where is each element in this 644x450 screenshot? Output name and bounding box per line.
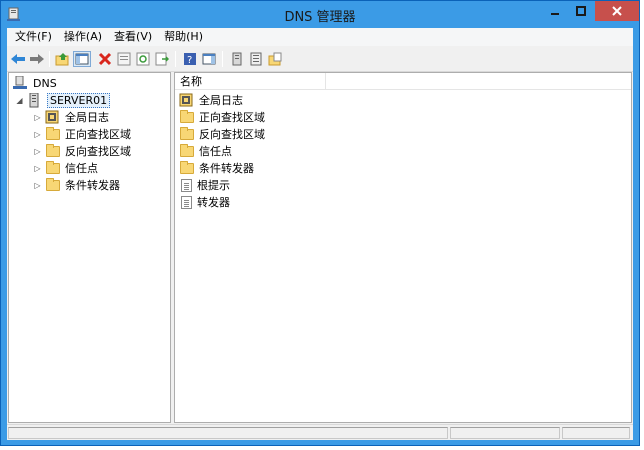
document-icon	[181, 195, 192, 209]
maximize-button[interactable]	[568, 1, 593, 21]
folder-new-icon[interactable]	[266, 51, 284, 67]
menu-help[interactable]: 帮助(H)	[158, 29, 209, 45]
console-tree: DNS ◢ SERVER01 ▷ 全局日志 ▷ 正向查找区域 ▷ 反向查找区域 …	[8, 72, 171, 423]
status-cell-main	[8, 427, 448, 439]
status-cell-3	[562, 427, 630, 439]
tree-label: 信任点	[65, 162, 98, 175]
menu-bar: 文件(F) 操作(A) 查看(V) 帮助(H)	[7, 28, 633, 46]
expand-arrow-icon[interactable]: ▷	[33, 113, 42, 122]
refresh-icon[interactable]	[134, 51, 152, 67]
delete-icon[interactable]	[96, 51, 114, 67]
document-icon	[181, 178, 192, 192]
tree-label: 反向查找区域	[65, 145, 131, 158]
list-view-icon[interactable]	[247, 51, 265, 67]
dns-node-icon	[13, 75, 29, 90]
toolbar: ?	[7, 47, 633, 72]
title-bar[interactable]: DNS 管理器	[1, 1, 639, 28]
event-log-icon	[45, 110, 61, 124]
tree-label-server: SERVER01	[47, 92, 111, 108]
export-list-icon[interactable]	[153, 51, 171, 67]
result-pane: 名称 全局日志 正向查找区域 反向查找区域 信任点 条件转发器 根提示 转发器	[174, 72, 632, 423]
server-icon	[27, 92, 43, 108]
help-icon[interactable]: ?	[181, 51, 199, 67]
list-item[interactable]: 条件转发器	[179, 160, 254, 176]
show-hide-tree-icon[interactable]	[73, 51, 91, 67]
list-item[interactable]: 转发器	[179, 194, 230, 210]
list-item-label: 全局日志	[199, 94, 243, 107]
folder-icon	[179, 110, 195, 124]
list-item-label: 正向查找区域	[199, 111, 265, 124]
menu-action[interactable]: 操作(A)	[58, 29, 108, 45]
minimize-button[interactable]	[542, 1, 567, 21]
tree-item-server[interactable]: ◢ SERVER01	[15, 92, 111, 108]
tree-label: 正向查找区域	[65, 128, 131, 141]
client-area: 文件(F) 操作(A) 查看(V) 帮助(H) ? DNS ◢ SERVER01…	[7, 28, 633, 440]
dns-manager-window: DNS 管理器 文件(F) 操作(A) 查看(V) 帮助(H) ? DNS ◢ …	[0, 0, 640, 446]
folder-icon	[45, 127, 61, 141]
svg-text:?: ?	[187, 55, 192, 66]
tree-item-trust-points[interactable]: ▷ 信任点	[33, 160, 98, 176]
event-log-icon	[179, 93, 195, 107]
expand-arrow-icon[interactable]: ▷	[33, 147, 42, 156]
list-item[interactable]: 全局日志	[179, 92, 243, 108]
folder-icon	[179, 144, 195, 158]
status-cell-2	[450, 427, 560, 439]
list-item[interactable]: 反向查找区域	[179, 126, 265, 142]
collapse-arrow-icon[interactable]: ◢	[15, 96, 24, 105]
menu-view[interactable]: 查看(V)	[108, 29, 158, 45]
folder-icon	[45, 161, 61, 175]
tree-item-reverse-zones[interactable]: ▷ 反向查找区域	[33, 143, 131, 159]
tree-label: 条件转发器	[65, 179, 120, 192]
forward-icon[interactable]	[28, 51, 46, 67]
properties-icon[interactable]	[115, 51, 133, 67]
folder-icon	[179, 127, 195, 141]
folder-icon	[45, 144, 61, 158]
list-item-label: 条件转发器	[199, 162, 254, 175]
list-item[interactable]: 根提示	[179, 177, 230, 193]
tree-item-conditional-forwarders[interactable]: ▷ 条件转发器	[33, 177, 120, 193]
close-button[interactable]	[595, 1, 639, 21]
up-folder-icon[interactable]	[54, 51, 72, 67]
list-item-label: 转发器	[197, 196, 230, 209]
back-icon[interactable]	[9, 51, 27, 67]
show-hide-action-pane-icon[interactable]	[200, 51, 218, 67]
server-icon[interactable]	[228, 51, 246, 67]
tree-item-global-logs[interactable]: ▷ 全局日志	[33, 109, 109, 125]
status-bar	[7, 424, 633, 440]
expand-arrow-icon[interactable]: ▷	[33, 181, 42, 190]
list-item[interactable]: 信任点	[179, 143, 232, 159]
menu-file[interactable]: 文件(F)	[9, 29, 58, 45]
tree-item-forward-zones[interactable]: ▷ 正向查找区域	[33, 126, 131, 142]
expand-arrow-icon[interactable]: ▷	[33, 130, 42, 139]
list-item-label: 反向查找区域	[199, 128, 265, 141]
tree-label-dns: DNS	[33, 76, 57, 90]
list-item-label: 根提示	[197, 179, 230, 192]
folder-icon	[45, 178, 61, 192]
list-item[interactable]: 正向查找区域	[179, 109, 265, 125]
tree-item-dns[interactable]: DNS	[13, 75, 57, 91]
expand-arrow-icon[interactable]: ▷	[33, 164, 42, 173]
list-header: 名称	[175, 73, 631, 90]
folder-icon	[179, 161, 195, 175]
list-item-label: 信任点	[199, 145, 232, 158]
tree-label: 全局日志	[65, 111, 109, 124]
column-header-name[interactable]: 名称	[175, 73, 326, 90]
